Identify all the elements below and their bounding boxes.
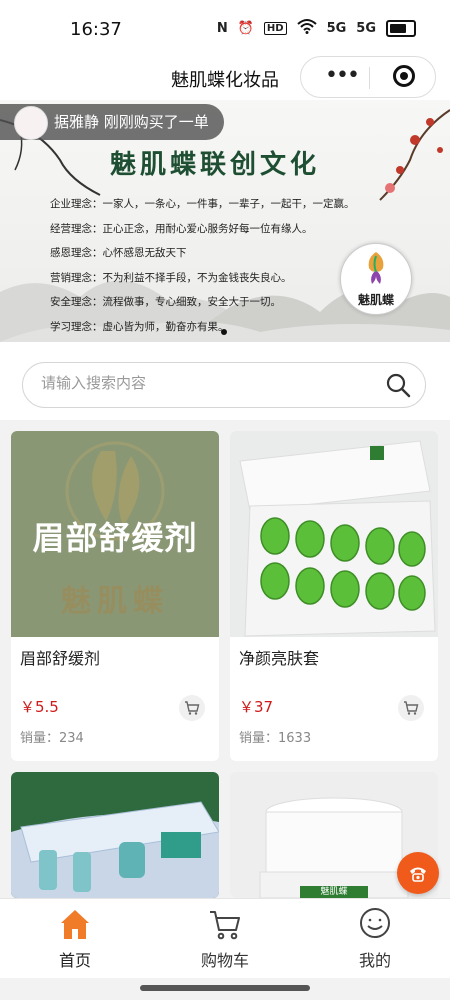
cart-icon (404, 701, 419, 715)
signal-5g-icon: 5G (326, 20, 347, 36)
product-image[interactable] (11, 772, 219, 898)
banner-line: 感恩理念：心怀感恩无敌天下 (50, 247, 187, 259)
plum-blossom-decoration (379, 109, 450, 201)
product-sales: 销量：1633 (239, 731, 312, 746)
banner-line: 营销理念：不为利益不择手段，不为金钱丧失良心。 (50, 271, 292, 284)
phone-icon (410, 867, 426, 882)
brand-logo-seal: 魅肌蝶 (340, 243, 412, 315)
status-icons: N ⏰ HD 5G 5G (217, 18, 416, 38)
contact-phone-button[interactable] (397, 852, 439, 894)
product-price: ￥5.5 (20, 698, 59, 716)
product-sales: 销量：234 (20, 731, 84, 746)
mini-program-capsule: ••• (300, 56, 436, 98)
tab-profile[interactable]: 我的 (325, 907, 425, 971)
banner-philosophy-list: 企业理念：一家人，一条心，一件事，一辈子，一起干，一定赢。 经营理念：正心正念，… (50, 192, 355, 339)
product-card[interactable] (11, 772, 219, 898)
more-icon[interactable]: ••• (325, 65, 360, 87)
banner-line: 安全理念：流程做事，专心细致，安全大于一切。 (50, 296, 281, 308)
status-time: 16:37 (70, 19, 122, 40)
search-icon[interactable] (385, 372, 411, 398)
product-image-caption: 眉部舒缓剂 (32, 519, 198, 557)
nfc-icon: N (216, 20, 228, 36)
search-box[interactable] (22, 362, 426, 408)
product-image[interactable] (230, 431, 438, 637)
tab-profile-label: 我的 (358, 951, 391, 970)
capsule-divider (369, 67, 370, 89)
brand-seal-text: 魅肌蝶 (357, 293, 394, 307)
battery-icon (386, 19, 416, 37)
cart-icon (185, 701, 200, 715)
wifi-icon (296, 18, 317, 38)
search-input[interactable] (39, 373, 373, 393)
product-name: 眉部舒缓剂 (20, 649, 101, 668)
banner-line: 学习理念：虚心皆为师，勤奋亦有果。 (50, 320, 229, 333)
product-image-label: 魅肌蝶 (320, 887, 348, 897)
page-title: 魅肌蝶化妆品 (171, 70, 279, 91)
close-target-icon[interactable] (393, 65, 415, 87)
recent-purchase-text: 据雅静 刚刚购买了一单 (54, 113, 209, 131)
banner-line: 企业理念：一家人，一条心，一件事，一辈子，一起干，一定赢。 (50, 198, 355, 210)
search-area (0, 342, 450, 420)
tab-cart[interactable]: 购物车 (175, 907, 275, 971)
profile-icon (360, 908, 390, 938)
butterfly-logo-icon (368, 252, 384, 284)
product-image-watermark: 魅肌蝶 (61, 584, 169, 619)
banner-line: 经营理念：正心正念，用耐心爱心服务好每一位有缘人。 (50, 222, 313, 235)
product-card[interactable]: 净颜亮肤套 ￥37 销量：1633 (230, 431, 438, 761)
tab-cart-label: 购物车 (200, 951, 249, 970)
home-indicator[interactable] (140, 985, 310, 991)
product-card[interactable]: 眉部舒缓剂 魅肌蝶 眉部舒缓剂 ￥5.5 销量：234 (11, 431, 219, 761)
add-to-cart-button[interactable] (398, 695, 424, 721)
recent-purchase-notice: 据雅静 刚刚购买了一单 (0, 104, 224, 140)
tab-home-label: 首页 (58, 951, 91, 970)
banner-title: 魅肌蝶联创文化 (110, 150, 321, 180)
signal-5g-icon: 5G (356, 20, 376, 36)
status-bar: 16:37 N ⏰ HD 5G 5G (0, 0, 450, 58)
product-name: 净颜亮肤套 (239, 649, 320, 668)
alarm-icon: ⏰ (237, 20, 254, 36)
add-to-cart-button[interactable] (179, 695, 205, 721)
hd-icon: HD (263, 21, 287, 35)
cart-icon (210, 911, 240, 940)
home-icon (61, 910, 89, 939)
tab-home[interactable]: 首页 (25, 907, 125, 971)
product-price: ￥37 (239, 698, 274, 716)
carousel-dot-active[interactable] (221, 329, 227, 335)
avatar (14, 106, 48, 140)
tab-bar: 首页 购物车 我的 (0, 898, 450, 979)
